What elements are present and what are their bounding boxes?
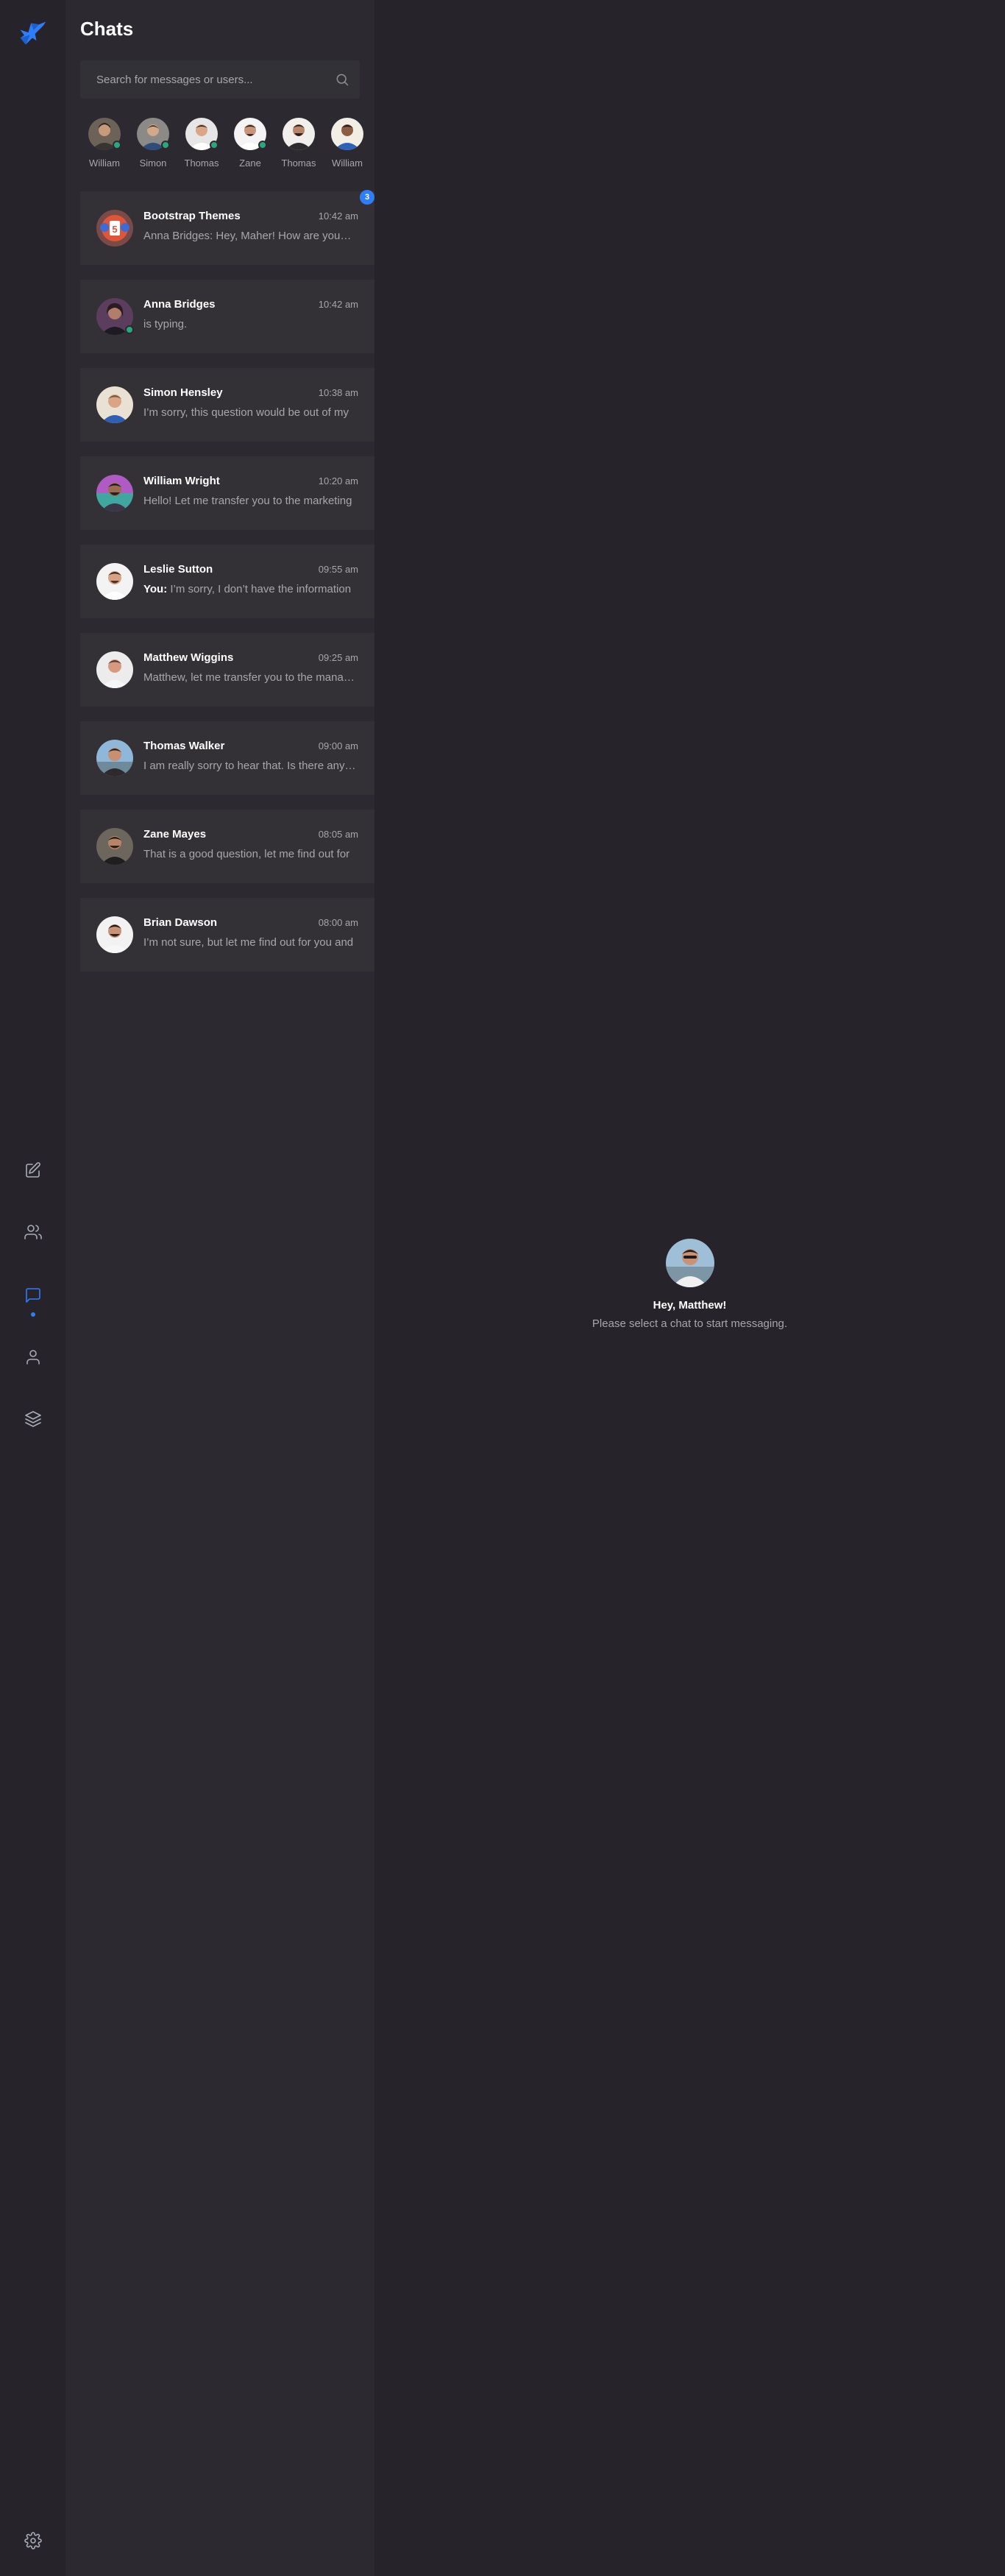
profile-icon[interactable] [18,1342,49,1373]
welcome-screen: Hey, Matthew! Please select a chat to st… [374,1239,1005,1330]
chat-name: Thomas Walker [143,740,225,752]
avatar [96,475,133,512]
chat-name: Leslie Sutton [143,563,213,576]
story-item[interactable]: Zane [226,118,274,174]
chat-name: Zane Mayes [143,828,207,841]
story-item[interactable]: William [80,118,129,174]
online-status-icon [125,325,134,334]
edit-icon[interactable] [18,1155,49,1186]
story-label: Thomas [184,158,219,169]
story-label: Simon [139,158,167,169]
chat-item[interactable]: Simon Hensley 10:38 am I’m sorry, this q… [80,368,374,442]
chat-preview-text: I’m sorry, I don’t have the information [170,583,352,595]
you-prefix: You: [143,583,168,595]
chat-time: 10:42 am [318,299,358,310]
story-item[interactable]: Thomas [274,118,323,174]
chat-item[interactable]: Thomas Walker 09:00 am I am really sorry… [80,721,374,795]
avatar [665,1239,714,1287]
story-label: Thomas [281,158,316,169]
chats-icon[interactable] [18,1280,49,1311]
welcome-greeting: Hey, Matthew! [653,1299,727,1312]
avatar [96,651,133,688]
stories-row: William Simon Thomas Zane Thomas William [80,118,374,174]
chat-list: 5 Bootstrap Themes 10:42 am Anna Bridges… [80,190,374,986]
chat-preview: I am really sorry to hear that. Is there… [143,760,357,772]
settings-icon[interactable] [18,2525,49,2556]
avatar [96,916,133,953]
chat-time: 10:20 am [318,475,358,486]
chat-time: 10:38 am [318,387,358,398]
chat-name: William Wright [143,475,220,487]
story-item[interactable]: Thomas [177,118,226,174]
search-input[interactable] [80,60,324,99]
layers-icon[interactable] [18,1404,49,1434]
avatar: 5 [96,210,133,247]
panel-title: Chats [80,18,134,40]
bird-logo-icon[interactable] [15,16,50,52]
chat-item[interactable]: Leslie Sutton 09:55 am You: I’m sorry, I… [80,545,374,618]
active-indicator [31,1312,35,1317]
welcome-hint: Please select a chat to start messaging. [592,1317,788,1330]
online-status-icon [210,141,219,149]
chat-item[interactable]: Brian Dawson 08:00 am I’m not sure, but … [80,898,374,972]
chat-name: Brian Dawson [143,916,218,929]
chat-item[interactable]: 5 Bootstrap Themes 10:42 am Anna Bridges… [80,190,374,265]
chat-name: Bootstrap Themes [143,210,241,222]
story-item[interactable]: Simon [129,118,177,174]
online-status-icon [258,141,267,149]
chat-preview: That is a good question, let me find out… [143,848,350,860]
chat-item[interactable]: Zane Mayes 08:05 am That is a good quest… [80,810,374,883]
chat-time: 08:00 am [318,917,358,928]
search-icon[interactable] [324,60,360,99]
chat-preview: Anna Bridges: Hey, Maher! How are you? T… [143,230,357,242]
chat-item[interactable]: Matthew Wiggins 09:25 am Matthew, let me… [80,633,374,707]
chat-item[interactable]: Anna Bridges 10:42 am is typing. [80,280,374,353]
chat-time: 09:55 am [318,564,358,575]
chat-preview: Hello! Let me transfer you to the market… [143,495,352,507]
avatar [96,740,133,776]
story-label: William [89,158,120,169]
chats-panel: Chats William [65,0,374,2576]
nav-rail [0,0,65,2576]
chat-time: 08:05 am [318,829,358,840]
chat-name: Matthew Wiggins [143,651,234,664]
online-status-icon [113,141,121,149]
chat-time: 10:42 am [318,210,358,222]
story-label: William [332,158,363,169]
chat-preview: is typing. [143,318,188,330]
story-item[interactable]: William [323,118,372,174]
avatar [96,386,133,423]
avatar [96,828,133,865]
avatar [96,563,133,600]
chat-preview: I’m not sure, but let me find out for yo… [143,936,354,949]
unread-badge: 3 [360,190,374,205]
chat-item[interactable]: William Wright 10:20 am Hello! Let me tr… [80,456,374,530]
search-bar [80,60,360,99]
chat-preview: Matthew, let me transfer you to the mana… [143,671,357,684]
avatar [283,118,315,150]
chat-time: 09:25 am [318,652,358,663]
chat-name: Simon Hensley [143,386,223,399]
chat-preview: You: I’m sorry, I don’t have the informa… [143,583,357,595]
chat-preview: I’m sorry, this question would be out of… [143,406,349,419]
chat-time: 09:00 am [318,740,358,751]
avatar [331,118,363,150]
svg-text:5: 5 [112,224,117,235]
story-label: Zane [239,158,261,169]
chat-name: Anna Bridges [143,298,216,311]
online-status-icon [161,141,170,149]
contacts-icon[interactable] [18,1217,49,1248]
